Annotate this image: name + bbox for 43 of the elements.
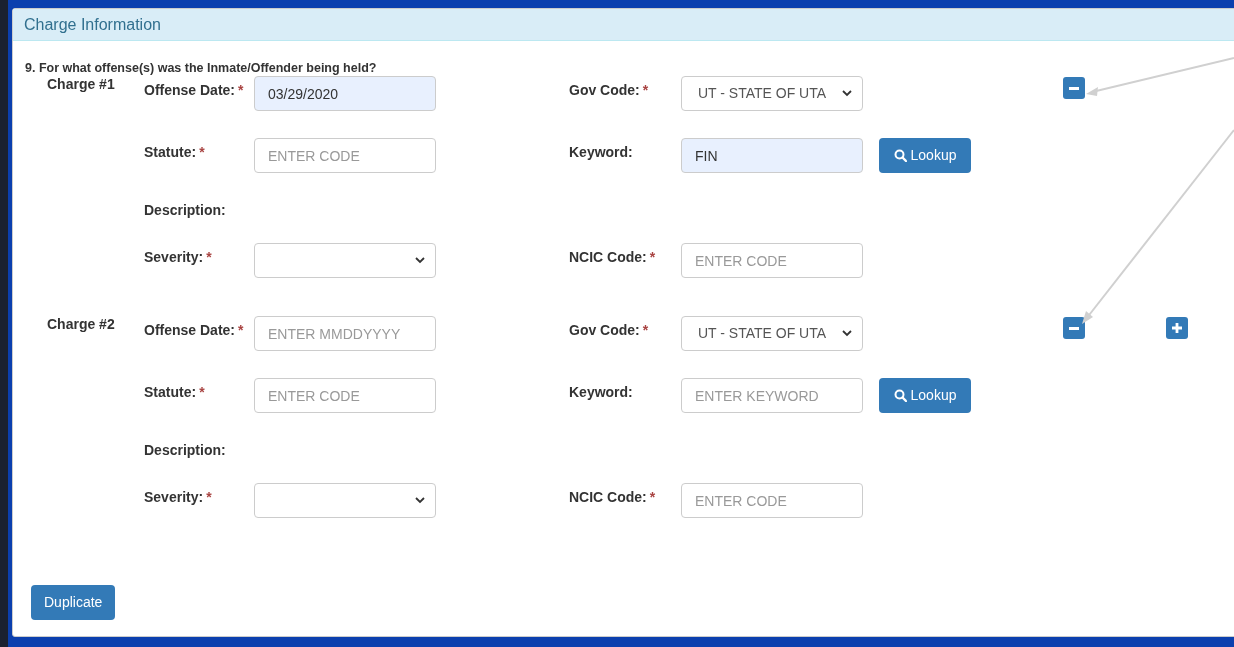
- chevron-icon: [842, 330, 852, 337]
- add-button[interactable]: [1166, 317, 1188, 339]
- field-label: Offense Date: *: [144, 321, 245, 340]
- input-field[interactable]: FIN: [681, 138, 863, 173]
- duplicate-button[interactable]: Duplicate: [31, 585, 116, 620]
- charge-label: Charge #1: [47, 75, 116, 93]
- field-label: Keyword:: [569, 143, 634, 162]
- question-text: 9. For what offense(s) was the Inmate/Offender being held?: [25, 61, 378, 76]
- chevron-icon: [415, 497, 425, 504]
- field-label: Statute: *: [144, 383, 206, 402]
- field-label: Offense Date: *: [144, 81, 245, 100]
- field-label: Description:: [144, 201, 227, 220]
- field-label: NCIC Code: *: [569, 248, 657, 267]
- panel-title: Charge Information: [24, 14, 161, 35]
- input-field[interactable]: ENTER CODE: [254, 138, 436, 173]
- input-field[interactable]: ENTER MMDDYYYY: [254, 316, 436, 351]
- remove-button[interactable]: [1063, 77, 1085, 99]
- dropdown[interactable]: UT - STATE OF UTA: [681, 76, 863, 111]
- chevron-icon: [415, 257, 425, 264]
- lookup-button[interactable]: Lookup: [879, 138, 971, 173]
- field-label: Gov Code: *: [569, 81, 650, 100]
- lookup-button[interactable]: Lookup: [879, 378, 971, 413]
- input-field[interactable]: ENTER CODE: [681, 243, 863, 278]
- field-label: Description:: [144, 441, 227, 460]
- field-label: Severity: *: [144, 488, 213, 507]
- chevron-icon: [842, 90, 852, 97]
- field-label: Statute: *: [144, 143, 206, 162]
- input-field[interactable]: ENTER KEYWORD: [681, 378, 863, 413]
- charge-label: Charge #2: [47, 315, 116, 333]
- field-label: Keyword:: [569, 383, 634, 402]
- input-field[interactable]: ENTER CODE: [254, 378, 436, 413]
- minus-icon: [1069, 86, 1079, 90]
- input-field[interactable]: ENTER CODE: [681, 483, 863, 518]
- search-icon: [893, 149, 907, 162]
- field-label: NCIC Code: *: [569, 488, 657, 507]
- input-field[interactable]: 03/29/2020: [254, 76, 436, 111]
- field-label: Gov Code: *: [569, 321, 650, 340]
- search-icon: [893, 389, 907, 402]
- minus-icon: [1069, 326, 1079, 330]
- field-label: Severity: *: [144, 248, 213, 267]
- plus-icon: [1172, 323, 1182, 333]
- dropdown[interactable]: UT - STATE OF UTA: [681, 316, 863, 351]
- remove-button[interactable]: [1063, 317, 1085, 339]
